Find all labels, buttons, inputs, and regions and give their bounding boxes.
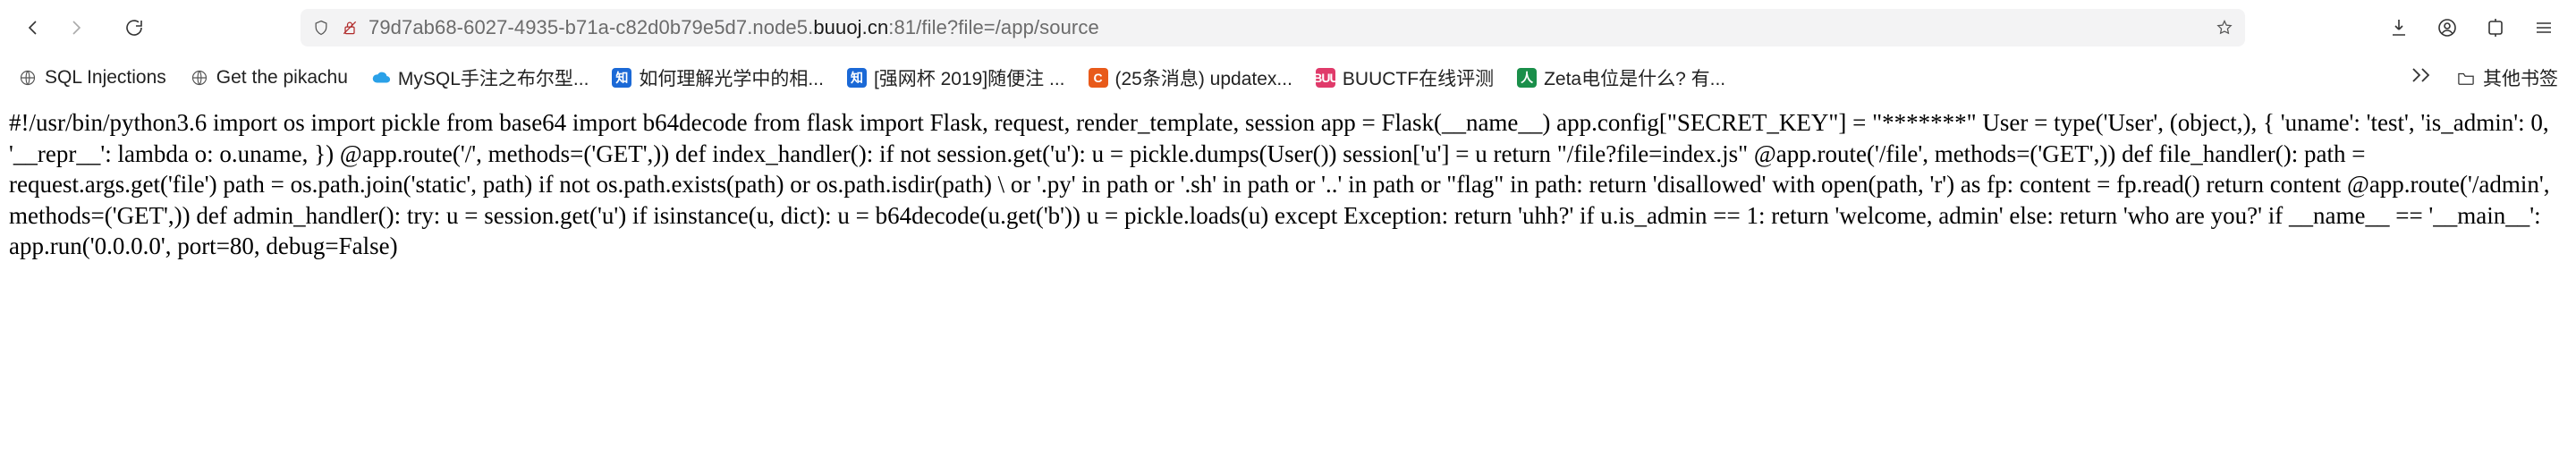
insecure-lock-icon[interactable] [340,18,360,38]
bookmark-mysql-bool[interactable]: MySQL手注之布尔型... [371,64,589,91]
zhihu-icon: 知 [612,68,631,88]
reload-icon [123,17,145,38]
bookmark-buuctf[interactable]: BUU BUUCTF在线评测 [1316,64,1494,91]
hamburger-icon [2533,17,2555,38]
url-prehost: 79d7ab68-6027-4935-b71a-c82d0b79e5d7.nod… [369,16,813,38]
bookmarks-overflow-button[interactable] [2410,66,2433,89]
bookmark-label: 如何理解光学中的相... [639,64,824,91]
other-bookmarks-folder[interactable]: 其他书签 [2456,64,2558,91]
bookmark-star-icon[interactable] [2215,18,2234,38]
bookmark-get-the-pikachu[interactable]: Get the pikachu [190,67,348,89]
arrow-right-icon [64,17,86,38]
cloud-icon [371,68,391,88]
url-text: 79d7ab68-6027-4935-b71a-c82d0b79e5d7.nod… [369,16,1099,39]
download-icon [2388,17,2410,38]
page-content: #!/usr/bin/python3.6 import os import pi… [0,100,2576,280]
bookmark-qwb2019[interactable]: 知 [强网杯 2019]随便注 ... [847,64,1065,91]
bookmark-label: [强网杯 2019]随便注 ... [874,64,1065,91]
account-icon [2436,17,2458,38]
bookmark-label: BUUCTF在线评测 [1343,64,1494,91]
csdn-icon: C [1089,68,1108,88]
other-bookmarks-label: 其他书签 [2483,64,2558,91]
bookmarks-bar: SQL Injections Get the pikachu MySQL手注之布… [0,55,2576,100]
bookmark-label: SQL Injections [45,67,166,89]
chevron-double-right-icon [2410,66,2433,84]
extensions-button[interactable] [2479,12,2512,44]
forward-button[interactable] [57,10,93,46]
folder-icon [2456,70,2476,86]
reload-button[interactable] [116,10,152,46]
bookmark-optics-zhihu[interactable]: 知 如何理解光学中的相... [612,64,824,91]
bookmark-csdn-updatex[interactable]: C (25条消息) updatex... [1089,64,1292,91]
buuctf-icon: BUU [1316,68,1335,88]
toolbar-right-icons [2383,12,2560,44]
bookmark-label: MySQL手注之布尔型... [398,64,589,91]
bookmark-label: Zeta电位是什么? 有... [1544,64,1725,91]
globe-icon [190,68,209,88]
url-posthost: :81/file?file=/app/source [888,16,1099,38]
zhihu-icon: 知 [847,68,867,88]
bookmark-sql-injections[interactable]: SQL Injections [18,67,166,89]
extensions-icon [2485,17,2506,38]
shield-icon[interactable] [311,18,331,38]
renren-icon: 人 [1517,68,1537,88]
account-button[interactable] [2431,12,2463,44]
source-text: #!/usr/bin/python3.6 import os import pi… [9,109,2550,259]
arrow-left-icon [23,17,45,38]
url-host: buuoj.cn [813,16,888,38]
bookmark-label: (25条消息) updatex... [1115,64,1292,91]
bookmark-label: Get the pikachu [216,67,348,89]
downloads-button[interactable] [2383,12,2415,44]
back-button[interactable] [16,10,52,46]
bookmark-zeta-potential[interactable]: 人 Zeta电位是什么? 有... [1517,64,1725,91]
app-menu-button[interactable] [2528,12,2560,44]
browser-toolbar: 79d7ab68-6027-4935-b71a-c82d0b79e5d7.nod… [0,0,2576,55]
address-bar[interactable]: 79d7ab68-6027-4935-b71a-c82d0b79e5d7.nod… [301,9,2245,46]
globe-icon [18,68,38,88]
